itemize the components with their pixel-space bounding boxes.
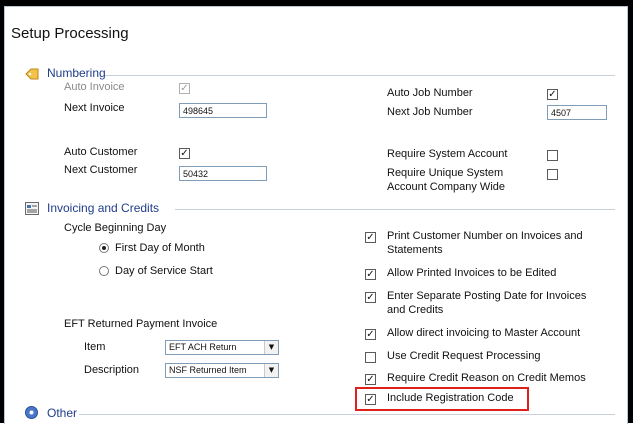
service-start-radio[interactable] <box>99 266 109 276</box>
first-day-label: First Day of Month <box>115 242 205 254</box>
checkmark-icon: ✓ <box>366 269 375 280</box>
item-label: Item <box>84 341 106 353</box>
option-checkbox-credit-request[interactable] <box>365 352 376 363</box>
checkmark-icon: ✓ <box>366 329 375 340</box>
option-label-posting-date-2: and Credits <box>387 304 444 316</box>
require-unique-checkbox[interactable] <box>547 169 558 180</box>
require-unique-label-line1: Require Unique System <box>387 167 504 179</box>
description-label: Description <box>84 364 140 376</box>
checkmark-icon: ✓ <box>180 148 189 159</box>
page-title: Setup Processing <box>11 25 129 42</box>
checkmark-icon: ✓ <box>366 374 375 385</box>
setup-processing-panel: Setup Processing Numbering Auto Invoice … <box>4 6 628 424</box>
other-divider <box>79 414 615 415</box>
option-label-credit-reason: Require Credit Reason on Credit Memos <box>387 372 586 384</box>
item-select[interactable]: EFT ACH Return ▼ <box>165 340 279 355</box>
next-invoice-label: Next Invoice <box>64 102 125 114</box>
other-header: Other <box>47 406 78 420</box>
checkmark-icon: ✓ <box>180 83 189 94</box>
option-checkbox-print-customer[interactable]: ✓ <box>365 232 376 243</box>
next-customer-label: Next Customer <box>64 164 138 176</box>
auto-job-checkbox[interactable]: ✓ <box>547 89 558 100</box>
option-checkbox-credit-reason[interactable]: ✓ <box>365 374 376 385</box>
eft-returned-label: EFT Returned Payment Invoice <box>64 318 218 330</box>
invoicing-divider <box>175 209 615 210</box>
next-job-input[interactable]: 4507 <box>547 105 607 120</box>
next-invoice-input[interactable]: 498645 <box>179 103 267 118</box>
auto-invoice-label: Auto Invoice <box>64 81 125 93</box>
description-select[interactable]: NSF Returned Item ▼ <box>165 363 279 378</box>
numbering-divider <box>105 75 615 76</box>
option-label-posting-date-1: Enter Separate Posting Date for Invoices <box>387 290 587 302</box>
cycle-beginning-label: Cycle Beginning Day <box>64 222 167 234</box>
next-job-label: Next Job Number <box>387 106 473 118</box>
require-unique-label-line2: Account Company Wide <box>387 181 505 193</box>
auto-customer-label: Auto Customer <box>64 146 138 158</box>
require-system-account-label: Require System Account <box>387 148 508 160</box>
require-system-account-checkbox[interactable] <box>547 150 558 161</box>
invoicing-icon <box>25 202 39 215</box>
checkmark-icon: ✓ <box>366 232 375 243</box>
option-label-print-customer-1: Print Customer Number on Invoices and <box>387 230 583 242</box>
service-start-label: Day of Service Start <box>115 265 213 277</box>
option-label-credit-request: Use Credit Request Processing <box>387 350 541 362</box>
checkmark-icon: ✓ <box>366 292 375 303</box>
description-select-value: NSF Returned Item <box>169 365 247 375</box>
auto-customer-checkbox[interactable]: ✓ <box>179 148 190 159</box>
option-label-registration-code: Include Registration Code <box>387 392 514 404</box>
next-customer-input[interactable]: 50432 <box>179 166 267 181</box>
dropdown-arrow-icon: ▼ <box>264 364 278 377</box>
numbering-icon <box>25 68 39 80</box>
option-label-allow-edit: Allow Printed Invoices to be Edited <box>387 267 557 279</box>
invoicing-header: Invoicing and Credits <box>47 201 160 215</box>
option-checkbox-master-account[interactable]: ✓ <box>365 329 376 340</box>
other-icon <box>25 406 38 419</box>
option-label-print-customer-2: Statements <box>387 244 443 256</box>
dropdown-arrow-icon: ▼ <box>264 341 278 354</box>
option-checkbox-allow-edit[interactable]: ✓ <box>365 269 376 280</box>
checkmark-icon: ✓ <box>548 89 557 100</box>
auto-invoice-checkbox[interactable]: ✓ <box>179 83 190 94</box>
auto-job-label: Auto Job Number <box>387 87 473 99</box>
item-select-value: EFT ACH Return <box>169 342 237 352</box>
option-label-master-account: Allow direct invoicing to Master Account <box>387 327 581 339</box>
first-day-radio[interactable] <box>99 243 109 253</box>
numbering-header: Numbering <box>47 66 106 80</box>
option-checkbox-registration-code[interactable]: ✓ <box>365 394 376 405</box>
option-checkbox-posting-date[interactable]: ✓ <box>365 292 376 303</box>
checkmark-icon: ✓ <box>366 394 375 405</box>
